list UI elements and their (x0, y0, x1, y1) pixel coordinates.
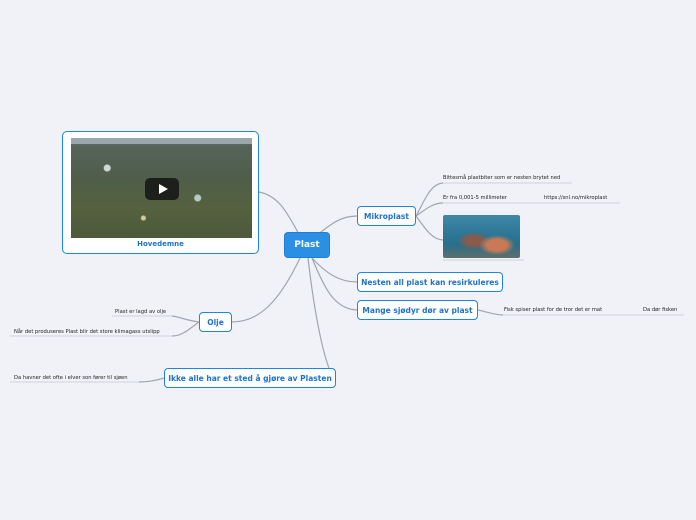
central-node[interactable]: Plast (284, 232, 330, 258)
branch-olje[interactable]: Olje (199, 312, 232, 332)
play-triangle-icon (158, 184, 168, 194)
link-olje-leaf2 (171, 321, 200, 337)
link-mikro-leaf1 (415, 182, 444, 217)
image-topic-node[interactable]: Hovedemne (62, 131, 259, 254)
connector-lines (10, 182, 684, 383)
link-dyr (311, 257, 358, 311)
leaf-dyr-fisk-dor[interactable]: Da dør fisken (643, 307, 677, 313)
leaf-sted-elver[interactable]: Da havner det ofte i elver son fører til… (14, 375, 128, 381)
link-olje (231, 257, 301, 323)
leaf-dyr-fisk-spiser[interactable]: Fisk spiser plast for de tror det er mat (504, 307, 602, 313)
link-mikro-image (415, 215, 444, 241)
image-caption: Hovedemne (137, 240, 184, 248)
branch-mikroplast[interactable]: Mikroplast (357, 206, 416, 226)
photo-sky (71, 138, 252, 144)
leaf-mikro-link[interactable]: https://snl.no/mikroplast (544, 195, 607, 201)
leaf-olje-lagd[interactable]: Plast er lagd av olje (115, 309, 166, 315)
leaf-mikro-size[interactable]: Er fra 0,001-5 millimeter (443, 195, 507, 201)
link-image (258, 191, 301, 237)
coral-reef-photo[interactable] (443, 215, 520, 258)
leaf-mikro-definition[interactable]: Bittesmå plastbiter som er nesten brytet… (443, 175, 560, 181)
link-olje-leaf1 (171, 315, 200, 323)
branch-sted[interactable]: Ikke alle har et sted å gjøre av Plasten (164, 368, 336, 388)
plastic-pollution-photo[interactable] (71, 138, 252, 238)
link-dyr-leaf (477, 309, 504, 316)
branch-resirkuleres[interactable]: Nesten all plast kan resirkuleres (357, 272, 503, 292)
play-icon[interactable] (145, 178, 179, 200)
branch-sjodyr[interactable]: Mange sjødyr dør av plast (357, 300, 478, 320)
link-sted-leaf (138, 377, 165, 383)
leaf-olje-utslipp[interactable]: Når det produseres Plast blir det store … (14, 329, 160, 335)
link-resirkuleres (311, 257, 358, 283)
mindmap-canvas: Hovedemne Plast Mikroplast Nesten all pl… (0, 0, 696, 520)
